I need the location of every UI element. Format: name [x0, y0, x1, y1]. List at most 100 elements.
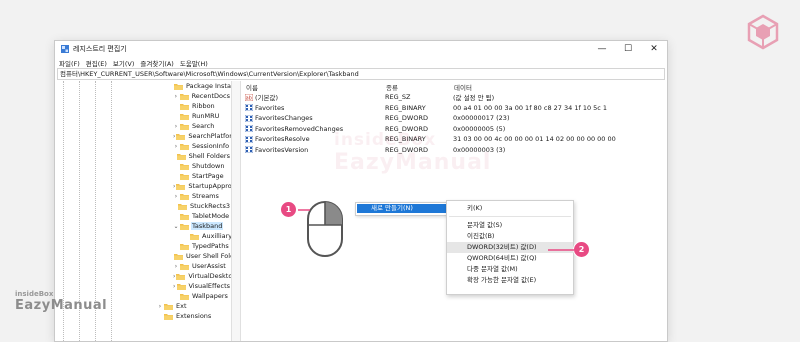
submenu-item-multi-string[interactable]: 다중 문자열 값(M): [447, 264, 573, 275]
tree-item-label: SearchPlatform: [188, 132, 232, 140]
brand-big: EazyManual: [15, 298, 108, 313]
tree-item[interactable]: User Shell Folders: [123, 251, 231, 261]
column-type-header[interactable]: 종류: [386, 82, 454, 92]
tree-item[interactable]: Shell Folders: [123, 151, 231, 161]
watermark-small: insideBox: [334, 130, 437, 150]
tree-item-label: StartPage: [192, 172, 224, 180]
cube-logo-icon: [747, 14, 779, 50]
binary-value-icon: [244, 114, 254, 123]
tree-item-label: Wallpapers: [192, 292, 228, 300]
tree-item[interactable]: › Search: [123, 121, 231, 131]
tree-item[interactable]: › Ext: [123, 301, 231, 311]
value-row[interactable]: Favorites REG_BINARY 00 a4 01 00 00 3a 00 …: [241, 103, 667, 114]
column-data-header[interactable]: 데이터: [454, 82, 667, 92]
context-menu-new[interactable]: 새로 만들기(N): [357, 204, 455, 213]
folder-icon: [178, 203, 187, 210]
folder-icon: [174, 83, 183, 90]
column-name-header[interactable]: 이름: [241, 82, 386, 92]
tree-item-label: User Shell Folders: [186, 252, 231, 260]
address-bar[interactable]: 컴퓨터\HKEY_CURRENT_USER\Software\Microsoft…: [57, 68, 665, 80]
menu-favorites[interactable]: 즐겨찾기(A): [140, 58, 173, 68]
submenu-item-dword[interactable]: DWORD(32비트) 값(D): [447, 242, 573, 253]
folder-icon: [164, 313, 173, 320]
value-row[interactable]: ab (기본값) REG_SZ (값 설정 안 됨): [241, 92, 667, 103]
menu-edit[interactable]: 편집(E): [86, 58, 107, 68]
menu-help[interactable]: 도움말(H): [180, 58, 208, 68]
chevron-down-icon[interactable]: ⌄: [173, 223, 179, 230]
tree-item[interactable]: › RecentDocs: [123, 91, 231, 101]
chevron-right-icon[interactable]: ›: [173, 143, 179, 150]
list-header: 이름 종류 데이터: [241, 81, 667, 92]
tree-item-label: Streams: [192, 192, 219, 200]
brand-small: insideBox: [15, 290, 54, 298]
tree-item-label: RunMRU: [192, 112, 220, 120]
tree-item[interactable]: › SearchPlatform: [123, 131, 231, 141]
chevron-right-icon[interactable]: ›: [173, 193, 179, 200]
menu-view[interactable]: 보기(V): [113, 58, 134, 68]
mouse-right-click-icon: [307, 201, 343, 257]
close-button[interactable]: ✕: [641, 41, 667, 57]
maximize-button[interactable]: ☐: [615, 41, 641, 57]
value-data: (값 설정 안 됨): [453, 94, 495, 103]
tree-item[interactable]: TabletMode: [123, 211, 231, 221]
tree-item[interactable]: StartPage: [123, 171, 231, 181]
tree-item[interactable]: RunMRU: [123, 111, 231, 121]
binary-value-icon: [244, 103, 254, 112]
tree-item[interactable]: › VirtualDesktops: [123, 271, 231, 281]
context-menu: 새로 만들기(N): [355, 202, 457, 216]
tree-item[interactable]: › SessionInfo: [123, 141, 231, 151]
tree-item[interactable]: AuxilliaryPins: [123, 231, 231, 241]
chevron-right-icon[interactable]: ›: [173, 123, 179, 130]
value-type: REG_DWORD: [385, 114, 428, 123]
folder-icon: [180, 103, 189, 110]
folder-icon: [176, 283, 186, 290]
tree-item-label: RecentDocs: [191, 92, 230, 100]
submenu-item-expandable-string[interactable]: 확장 가능한 문자열 값(E): [447, 275, 573, 286]
folder-icon: [179, 93, 189, 100]
minimize-button[interactable]: —: [589, 41, 615, 57]
title-bar: 레지스트리 편집기 — ☐ ✕: [55, 41, 667, 57]
folder-icon: [176, 273, 186, 280]
tree-item[interactable]: › Streams: [123, 191, 231, 201]
submenu-item-key[interactable]: 키(K): [447, 203, 573, 214]
pane-splitter[interactable]: [232, 81, 241, 341]
tree-item[interactable]: Wallpapers: [123, 291, 231, 301]
tree-item-label: VisualEffects: [188, 282, 231, 290]
submenu-item-binary[interactable]: 이진값(B): [447, 231, 573, 242]
folder-icon: [180, 223, 189, 230]
submenu-item-string[interactable]: 문자열 값(S): [447, 220, 573, 231]
chevron-right-icon[interactable]: ›: [173, 183, 175, 190]
tree-item[interactable]: › VisualEffects: [123, 281, 231, 291]
chevron-right-icon[interactable]: ›: [157, 303, 163, 310]
value-row[interactable]: FavoritesChanges REG_DWORD 0x00000017 (23): [241, 113, 667, 124]
menu-file[interactable]: 파일(F): [59, 58, 80, 68]
tree-item-label: AuxilliaryPins: [202, 232, 232, 240]
chevron-right-icon[interactable]: ›: [173, 93, 179, 100]
tree-guide-line: [111, 81, 112, 341]
new-submenu: 키(K) 문자열 값(S) 이진값(B) DWORD(32비트) 값(D) QW…: [446, 200, 574, 295]
value-name: FavoritesChanges: [255, 114, 313, 123]
tree-item[interactable]: Ribbon: [123, 101, 231, 111]
tree-item[interactable]: Shutdown: [123, 161, 231, 171]
marker-1-pointer: [298, 209, 310, 211]
chevron-right-icon[interactable]: ›: [173, 273, 175, 280]
menu-bar: 파일(F) 편집(E) 보기(V) 즐겨찾기(A) 도움말(H): [55, 57, 667, 68]
tree-item[interactable]: ⌄ Taskband: [123, 221, 231, 231]
tree-item[interactable]: TypedPaths: [123, 241, 231, 251]
submenu-item-qword[interactable]: QWORD(64비트) 값(Q): [447, 253, 573, 264]
tree-item-label: VirtualDesktops: [188, 272, 232, 280]
tree-item[interactable]: StuckRects3: [123, 201, 231, 211]
folder-icon: [174, 253, 183, 260]
tree-item-label: Search: [192, 122, 215, 130]
tree-item[interactable]: Package Installation: [123, 81, 231, 91]
window-title: 레지스트리 편집기: [73, 45, 127, 53]
tree-item[interactable]: › StartupApproved: [123, 181, 231, 191]
folder-icon: [176, 133, 186, 140]
folder-icon: [180, 123, 189, 130]
chevron-right-icon[interactable]: ›: [173, 263, 179, 270]
tree-item[interactable]: Extensions: [123, 311, 231, 321]
tree-item[interactable]: › UserAssist: [123, 261, 231, 271]
chevron-right-icon[interactable]: ›: [173, 133, 175, 140]
chevron-right-icon[interactable]: ›: [173, 283, 176, 290]
tree-item-label: TabletMode: [192, 212, 230, 220]
